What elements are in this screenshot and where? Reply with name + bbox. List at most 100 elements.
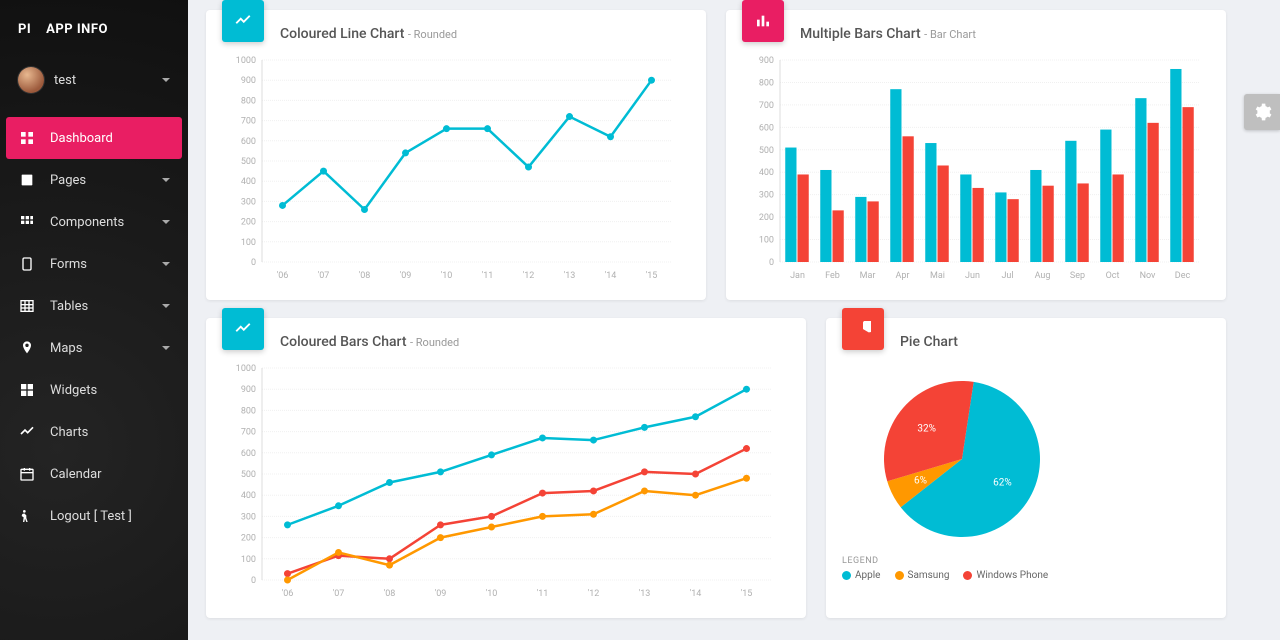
svg-text:600: 600 [241, 137, 256, 147]
pie-chart: 62%6%32% [842, 360, 1082, 550]
dashboard-icon [18, 129, 36, 147]
svg-text:900: 900 [241, 385, 256, 395]
legend-item: Windows Phone [963, 570, 1048, 581]
sidebar-item-charts[interactable]: Charts [0, 411, 188, 453]
svg-text:600: 600 [759, 123, 774, 133]
svg-text:Dec: Dec [1175, 271, 1191, 281]
sidebar-item-label: Calendar [50, 467, 170, 482]
svg-text:Feb: Feb [825, 271, 840, 281]
svg-text:Jun: Jun [965, 271, 980, 281]
svg-text:'10: '10 [441, 271, 453, 281]
svg-text:300: 300 [759, 191, 774, 201]
gear-icon [1252, 102, 1272, 122]
svg-text:'12: '12 [588, 589, 600, 599]
brand-short: PI [18, 22, 31, 37]
svg-text:800: 800 [241, 406, 256, 416]
card-pie-chart: Pie Chart 62%6%32% LEGEND AppleSamsungWi… [826, 318, 1226, 618]
sidebar-item-widgets[interactable]: Widgets [0, 369, 188, 411]
svg-text:200: 200 [759, 213, 774, 223]
user-menu[interactable]: test [0, 59, 188, 111]
svg-text:700: 700 [241, 117, 256, 127]
content: Coloured Line Chart - Rounded 0 100 200 300… [188, 0, 1280, 640]
nav: Dashboard Pages Components Forms Tables Maps W… [0, 117, 188, 537]
settings-button[interactable] [1244, 94, 1280, 130]
svg-text:'14: '14 [690, 589, 702, 599]
svg-text:'07: '07 [318, 271, 330, 281]
charts-icon [18, 423, 36, 441]
sidebar-item-maps[interactable]: Maps [0, 327, 188, 369]
svg-text:'08: '08 [359, 271, 371, 281]
sidebar-item-label: Widgets [50, 383, 170, 398]
legend-swatch [963, 571, 972, 580]
sidebar-item-components[interactable]: Components [0, 201, 188, 243]
sidebar-item-label: Dashboard [50, 131, 170, 146]
sidebar-item-label: Tables [50, 299, 162, 314]
sidebar-item-label: Pages [50, 173, 162, 188]
svg-text:0: 0 [251, 258, 256, 268]
brand-label: APP INFO [46, 22, 108, 37]
svg-text:700: 700 [759, 101, 774, 111]
sidebar-item-label: Charts [50, 425, 170, 440]
chevron-down-icon [162, 178, 170, 182]
sidebar: PI APP INFO test Dashboard Pages Component… [0, 0, 188, 640]
card-multi-chart: Coloured Bars Chart - Rounded 0100200300… [206, 318, 806, 618]
svg-text:400: 400 [241, 177, 256, 187]
svg-text:900: 900 [759, 56, 774, 66]
svg-text:Sep: Sep [1070, 271, 1085, 281]
svg-text:'08: '08 [384, 589, 396, 599]
forms-icon [18, 255, 36, 273]
sidebar-item-label: Forms [50, 257, 162, 272]
svg-text:0: 0 [769, 258, 774, 268]
svg-text:800: 800 [241, 96, 256, 106]
sidebar-item-calendar[interactable]: Calendar [0, 453, 188, 495]
svg-text:500: 500 [759, 146, 774, 156]
svg-text:400: 400 [241, 491, 256, 501]
card-title: Coloured Line Chart - Rounded [280, 24, 690, 42]
logout-icon [18, 507, 36, 525]
sidebar-item-forms[interactable]: Forms [0, 243, 188, 285]
pie-legend: AppleSamsungWindows Phone [842, 570, 1210, 581]
svg-text:'11: '11 [537, 589, 549, 599]
legend-swatch [842, 571, 851, 580]
user-name: test [54, 73, 162, 88]
pie-chart-icon [842, 308, 884, 350]
svg-text:'12: '12 [523, 271, 535, 281]
svg-text:Oct: Oct [1106, 271, 1120, 281]
svg-text:Mai: Mai [930, 271, 945, 281]
svg-text:800: 800 [759, 78, 774, 88]
legend-swatch [895, 571, 904, 580]
bars-chart: 0100200300400500600700800900JanFebMarApr… [742, 52, 1212, 282]
sidebar-item-logout[interactable]: Logout [ Test ] [0, 495, 188, 537]
bar-chart-icon [742, 0, 784, 42]
svg-text:'15: '15 [741, 589, 753, 599]
legend-item: Samsung [895, 570, 950, 581]
svg-text:400: 400 [759, 168, 774, 178]
sidebar-item-label: Components [50, 215, 162, 230]
svg-text:100: 100 [241, 238, 256, 248]
brand: PI APP INFO [0, 0, 188, 59]
svg-text:100: 100 [241, 555, 256, 565]
svg-text:200: 200 [241, 218, 256, 228]
svg-text:Jul: Jul [1001, 271, 1013, 281]
sidebar-item-dashboard[interactable]: Dashboard [6, 117, 182, 159]
svg-text:300: 300 [241, 512, 256, 522]
svg-text:700: 700 [241, 428, 256, 438]
svg-text:Mar: Mar [860, 271, 876, 281]
svg-text:6%: 6% [914, 476, 927, 487]
svg-text:100: 100 [759, 236, 774, 246]
svg-text:'06: '06 [282, 589, 294, 599]
svg-text:62%: 62% [993, 478, 1012, 489]
calendar-icon [18, 465, 36, 483]
svg-text:'13: '13 [564, 271, 576, 281]
svg-text:900: 900 [241, 76, 256, 86]
sidebar-item-tables[interactable]: Tables [0, 285, 188, 327]
tables-icon [18, 297, 36, 315]
sidebar-item-pages[interactable]: Pages [0, 159, 188, 201]
svg-text:200: 200 [241, 534, 256, 544]
svg-text:'15: '15 [646, 271, 658, 281]
svg-text:Jan: Jan [790, 271, 805, 281]
card-bars-chart: Multiple Bars Chart - Bar Chart 01002003… [726, 10, 1226, 300]
svg-text:1000: 1000 [236, 56, 256, 66]
legend-head: LEGEND [842, 556, 1210, 566]
svg-text:'14: '14 [605, 271, 617, 281]
